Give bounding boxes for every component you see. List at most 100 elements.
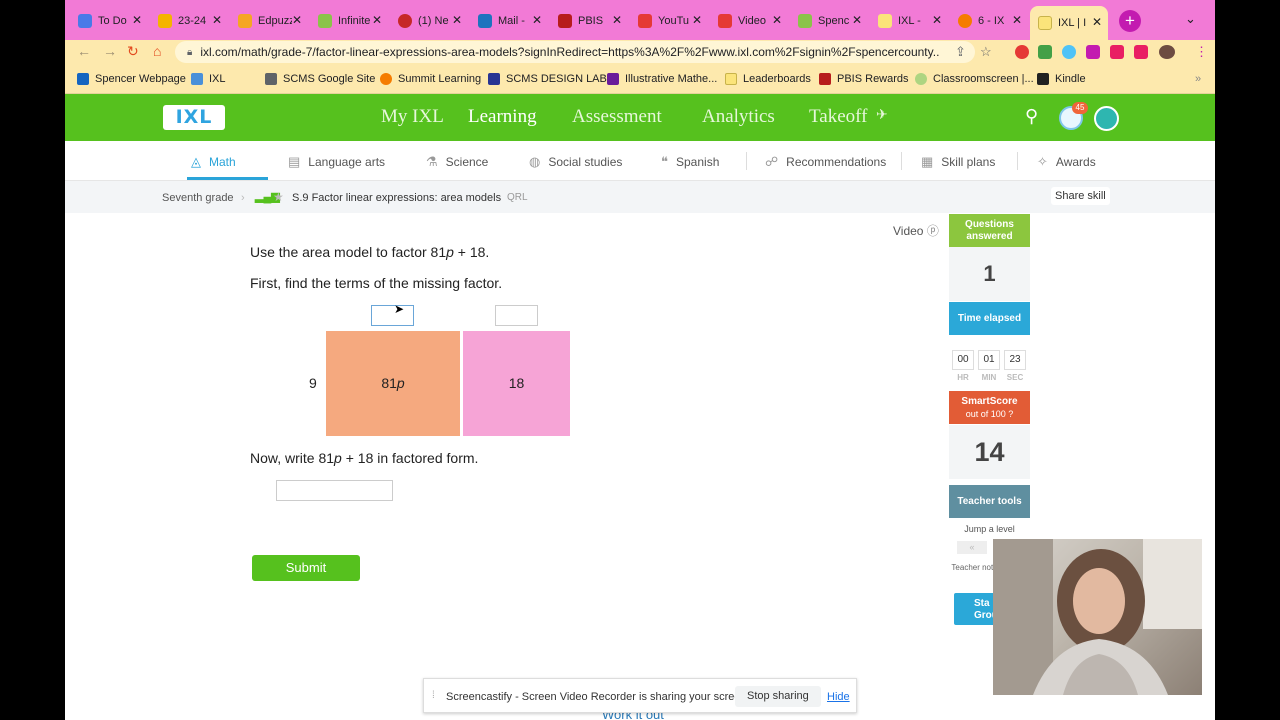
close-icon[interactable]: ✕ [292,13,302,27]
jump-level-back-button[interactable]: « [957,541,987,554]
flask-icon: ⚗ [426,154,438,169]
breadcrumb-grade[interactable]: Seventh grade [162,192,234,204]
tab-skill-plans[interactable]: ▦ Skill plans [921,154,995,170]
questions-answered-label: Questions answered [949,214,1030,247]
browser-tab[interactable]: 23-24 ✕ [150,8,228,34]
close-icon[interactable]: ✕ [932,13,942,27]
tab-spanish[interactable]: ❝ Spanish [661,154,719,170]
ixl-logo[interactable]: IXL [163,105,225,130]
video-link[interactable]: Video ⓟ [893,222,939,239]
browser-tab[interactable]: Edpuzzle✕ [230,8,308,34]
puzzle-icon[interactable] [1086,45,1100,59]
close-icon[interactable]: ✕ [612,13,622,27]
close-icon[interactable]: ✕ [452,13,462,27]
home-icon[interactable]: ⌂ [153,43,161,59]
browser-tab[interactable]: IXL - ✕ [870,8,948,34]
extension-icon[interactable] [1038,45,1052,59]
help-icon[interactable]: ? [1008,409,1013,419]
star-icon[interactable]: ★ [273,190,284,204]
bookmark-item[interactable]: IXL [191,73,226,85]
browser-tab[interactable]: 6 - IX ✕ [950,8,1028,34]
ixl-icon [878,14,892,28]
tab-recommendations[interactable]: ☍ Recommendations [765,154,886,170]
close-icon[interactable]: ✕ [132,13,142,27]
close-icon[interactable]: ✕ [772,13,782,27]
tab-math[interactable]: ◬ Math [191,154,236,170]
hide-link[interactable]: Hide [827,691,850,703]
close-icon[interactable]: ✕ [852,13,862,27]
avatar[interactable] [1094,106,1119,131]
bookmark-icon [607,73,619,85]
bookmark-star-icon[interactable]: ☆ [980,44,992,60]
bookmarks-overflow[interactable]: » [1195,73,1201,85]
tab-awards[interactable]: ✧ Awards [1037,154,1096,170]
tab-language-arts[interactable]: ▤ Language arts [288,154,385,170]
browser-tab[interactable]: (1) Ne ✕ [390,8,468,34]
browser-tab[interactable]: Spenc ✕ [790,8,868,34]
factored-form-input[interactable] [276,480,393,501]
close-icon[interactable]: ✕ [1012,13,1022,27]
bookmark-item[interactable]: Classroomscreen |... [915,73,1034,85]
site-icon [398,14,412,28]
smartscore-value: 14 [949,425,1030,479]
nav-learning[interactable]: Learning [468,106,537,128]
tab-search-icon[interactable]: ⌄ [1185,11,1196,27]
reading-list-icon[interactable] [1110,45,1124,59]
close-icon[interactable]: ✕ [1092,15,1102,29]
reload-icon[interactable]: ↻ [127,43,139,60]
screen-share-message: Screencastify - Screen Video Recorder is… [446,691,750,703]
new-tab-button[interactable]: + [1119,10,1141,32]
extension-icon[interactable] [1062,45,1076,59]
close-icon[interactable]: ✕ [212,13,222,27]
close-icon[interactable]: ✕ [532,13,542,27]
tab-strip: To Do✕ 23-24✕ Edpuzzle✕ Infinite✕ (1) Ne… [65,0,1215,40]
search-icon[interactable]: ⚲ [1025,106,1038,127]
stop-sharing-button[interactable]: Stop sharing [735,686,821,707]
tab-social-studies[interactable]: ◍ Social studies [529,154,622,170]
menu-kebab-icon[interactable]: ⋮ [1195,44,1208,60]
nav-takeoff[interactable]: Takeoff [809,106,867,128]
browser-tab[interactable]: PBIS ✕ [550,8,628,34]
screen-share-bar: ⁞ Screencastify - Screen Video Recorder … [423,678,857,713]
bookmark-item[interactable]: Spencer Webpage [77,73,186,85]
url-field[interactable]: 🔒︎ ixl.com/math/grade-7/factor-linear-ex… [175,41,975,63]
submit-button[interactable]: Submit [252,555,360,581]
time-elapsed: 00 01 23 HR MIN SEC [949,336,1030,388]
subject-nav: ◬ Math ▤ Language arts ⚗ Science ◍ Social st… [65,141,1215,181]
bookmark-item[interactable]: Summit Learning [380,73,481,85]
nav-analytics[interactable]: Analytics [702,106,775,128]
extension-icon[interactable] [1015,45,1029,59]
browser-tab[interactable]: YouTu ✕ [630,8,708,34]
bookmark-icon [915,73,927,85]
missing-factor-term-2-input[interactable] [495,305,538,326]
bookmark-item[interactable]: Leaderboards [725,73,811,85]
back-icon[interactable]: ← [77,43,91,59]
browser-tab-active[interactable]: IXL | I ✕ [1030,6,1108,40]
drag-handle-icon[interactable]: ⁞ [432,690,435,701]
share-skill-button[interactable]: Share skill [1051,187,1110,205]
bookmark-item[interactable]: PBIS Rewards [819,73,909,85]
nav-assessment[interactable]: Assessment [572,106,662,128]
bookmark-item[interactable]: SCMS Google Site [265,73,375,85]
nav-my-ixl[interactable]: My IXL [381,106,444,128]
bookmark-icon [488,73,500,85]
close-icon[interactable]: ✕ [372,13,382,27]
mail-icon [478,14,492,28]
pbis-icon [558,14,572,28]
browser-tab[interactable]: To Do ✕ [70,8,148,34]
bookmark-item[interactable]: Kindle [1037,73,1086,85]
profile-avatar[interactable] [1159,45,1175,59]
side-panel-icon[interactable] [1134,45,1148,59]
forward-icon[interactable]: → [103,43,117,59]
browser-tab[interactable]: Video ✕ [710,8,788,34]
share-icon[interactable]: ⇪ [955,44,966,60]
browser-tab[interactable]: Mail - ✕ [470,8,548,34]
start-group-button[interactable]: Sta Group [954,593,998,625]
bookmark-item[interactable]: SCMS DESIGN LAB [488,73,607,85]
bookmark-item[interactable]: Illustrative Mathe... [607,73,717,85]
missing-factor-term-1-input[interactable] [371,305,414,326]
time-minutes-label: MIN [981,373,997,382]
close-icon[interactable]: ✕ [692,13,702,27]
tab-science[interactable]: ⚗ Science [426,154,488,170]
browser-tab[interactable]: Infinite ✕ [310,8,388,34]
